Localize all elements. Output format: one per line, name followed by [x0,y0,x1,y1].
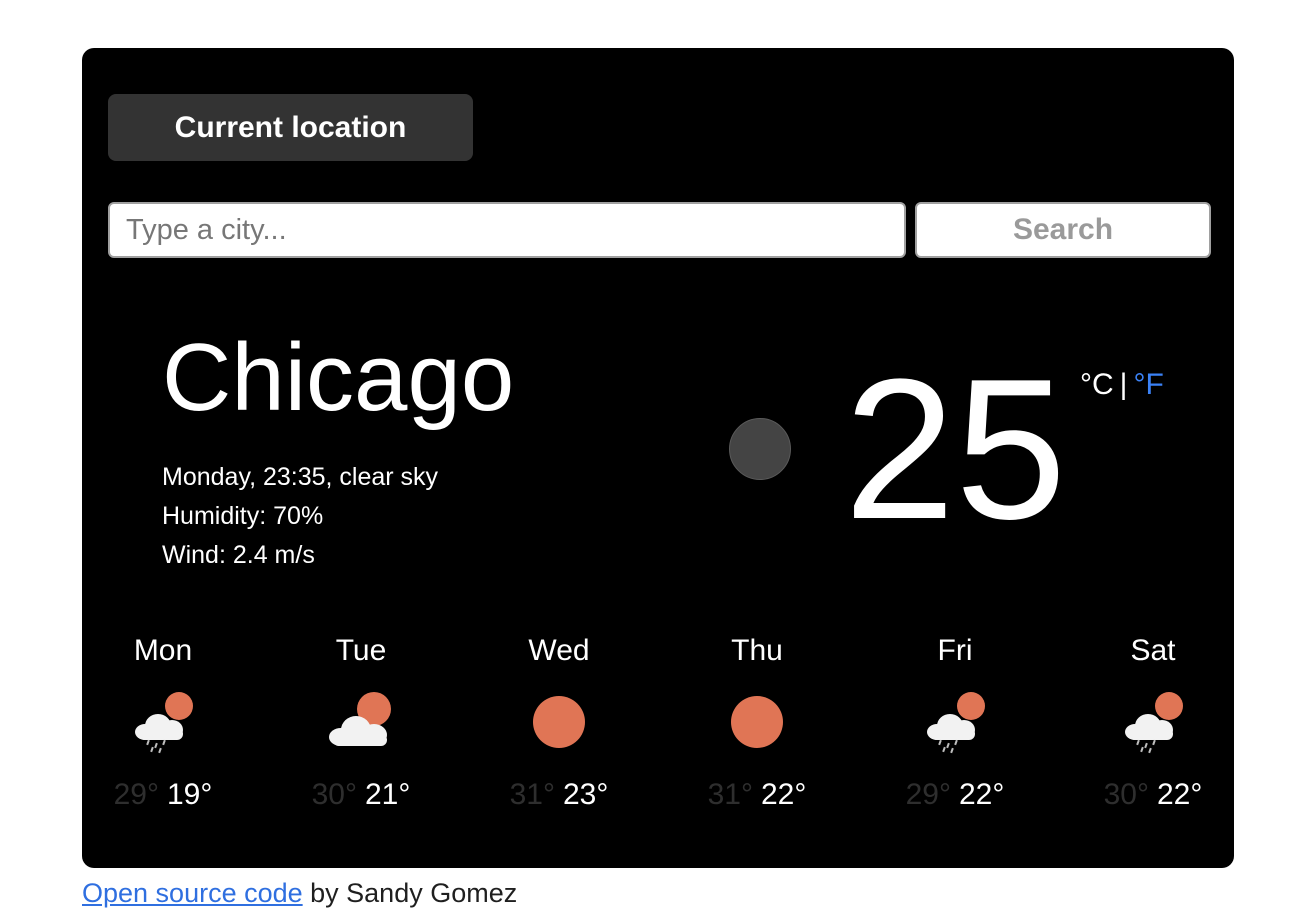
open-source-link[interactable]: Open source code [82,878,303,908]
forecast-temps: 30° 22° [1104,778,1203,812]
forecast-day-name: Tue [335,634,387,667]
current-temperature: 25 [844,338,1067,561]
author-credit: by Sandy Gomez [302,878,518,908]
current-location-button[interactable]: Current location [108,94,473,161]
forecast-row: Mon 29° 19° Tue 30° 21° Wed 31° 23° Thu … [82,636,1234,846]
forecast-high: 31° [707,778,753,811]
forecast-temps: 30° 21° [312,778,411,812]
city-name: Chicago [162,324,515,431]
forecast-low: 21° [365,778,411,811]
forecast-day-name: Mon [133,634,193,667]
forecast-low: 22° [761,778,807,811]
forecast-day-name: Fri [937,634,973,667]
weather-card: Current location Search Chicago Monday, … [82,48,1234,868]
footer: Open source code by Sandy Gomez [82,878,517,909]
datetime-description: Monday, 23:35, clear sky [162,463,439,491]
forecast-high: 31° [509,778,555,811]
rain-cloud-sun-icon [1121,690,1185,754]
wind-text: Wind: 2.4 m/s [162,541,315,569]
forecast-high: 30° [1103,778,1149,811]
fahrenheit-link[interactable]: °F [1133,368,1163,401]
forecast-low: 22° [959,778,1005,811]
cloud-sun-icon [329,690,393,754]
forecast-high: 29° [113,778,159,811]
forecast-day-name: Wed [528,634,590,667]
rain-cloud-sun-icon [131,690,195,754]
weather-details: Monday, 23:35, clear sky Humidity: 70% W… [162,458,438,575]
forecast-day: Tue 30° 21° [262,636,460,812]
forecast-day-name: Sat [1130,634,1176,667]
rain-cloud-sun-icon [923,690,987,754]
forecast-day-name: Thu [731,634,783,667]
moon-icon [729,418,791,480]
forecast-day: Wed 31° 23° [460,636,658,812]
humidity-text: Humidity: 70% [162,502,324,530]
search-button[interactable]: Search [915,202,1211,258]
forecast-low: 19° [167,778,213,811]
forecast-day: Sat 30° 22° [1054,636,1252,812]
forecast-day: Thu 31° 22° [658,636,856,812]
forecast-day: Mon 29° 19° [64,636,262,812]
forecast-high: 29° [905,778,951,811]
forecast-low: 23° [563,778,609,811]
sun-icon [725,690,789,754]
forecast-low: 22° [1157,778,1203,811]
forecast-high: 30° [311,778,357,811]
sun-icon [527,690,591,754]
unit-separator: | [1119,368,1128,401]
forecast-temps: 31° 22° [708,778,807,812]
forecast-day: Fri 29° 22° [856,636,1054,812]
forecast-temps: 29° 22° [906,778,1005,812]
unit-toggle: °C | °F [1080,368,1164,402]
celsius-unit[interactable]: °C [1080,368,1114,401]
forecast-temps: 29° 19° [114,778,213,812]
city-search-input[interactable] [108,202,906,258]
forecast-temps: 31° 23° [510,778,609,812]
